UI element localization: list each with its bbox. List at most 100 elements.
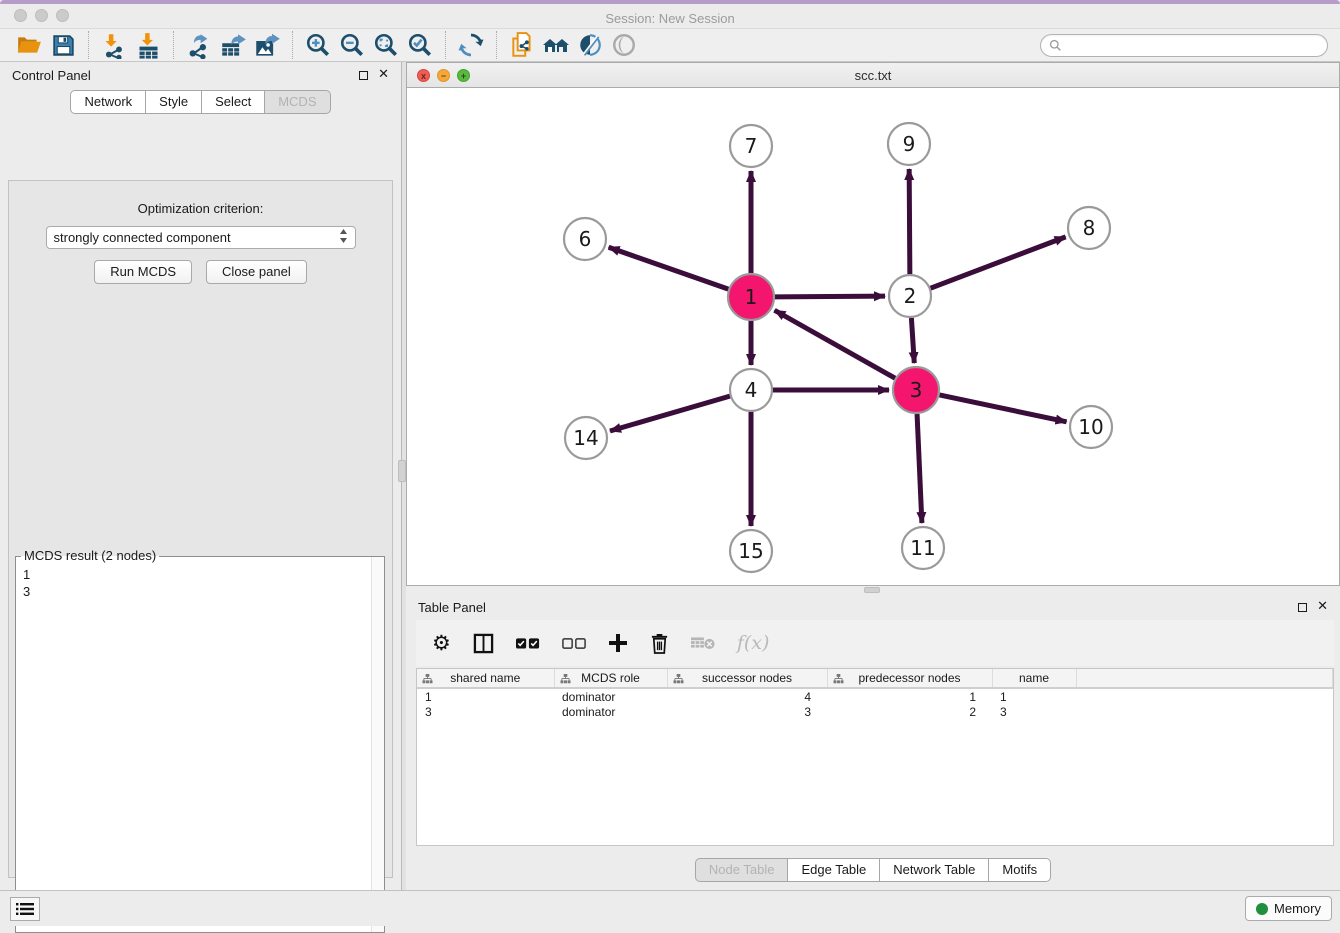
zoom-in-icon[interactable] — [301, 30, 335, 60]
delete-table-icon[interactable] — [691, 628, 715, 658]
graph-node-8[interactable]: 8 — [1068, 207, 1110, 249]
close-panel-icon[interactable]: ✕ — [378, 70, 389, 80]
delete-row-icon[interactable] — [650, 628, 669, 658]
search-field[interactable] — [1040, 34, 1328, 57]
table-cell[interactable]: dominator — [554, 704, 667, 720]
columns-icon[interactable] — [473, 628, 494, 658]
graph-node-14[interactable]: 14 — [565, 417, 607, 459]
graph-edge-1-6[interactable] — [609, 247, 729, 289]
network-canvas[interactable]: 7 9 6 8 1 2 4 3 14 10 15 11 — [406, 88, 1340, 586]
graph-node-3[interactable]: 3 — [893, 367, 939, 413]
style-toggle-icon[interactable] — [573, 30, 607, 60]
network-graph[interactable]: 7 9 6 8 1 2 4 3 14 10 15 11 — [407, 88, 1339, 584]
function-builder-icon[interactable]: f(x) — [737, 628, 770, 658]
main-toolbar — [0, 28, 1340, 62]
graph-node-9[interactable]: 9 — [888, 123, 930, 165]
graph-edge-3-10[interactable] — [939, 395, 1066, 422]
close-panel-button[interactable]: Close panel — [206, 260, 307, 284]
table-cell[interactable]: 3 — [992, 704, 1076, 720]
export-network-icon[interactable] — [182, 30, 216, 60]
tab-network-table[interactable]: Network Table — [880, 858, 989, 882]
search-input[interactable] — [1067, 38, 1319, 52]
zoom-selected-icon[interactable] — [403, 30, 437, 60]
horizontal-splitter[interactable] — [406, 586, 1340, 594]
open-session-icon[interactable] — [12, 30, 46, 60]
graph-node-11[interactable]: 11 — [902, 527, 944, 569]
svg-text:1: 1 — [745, 285, 758, 309]
graph-edge-3-11[interactable] — [917, 414, 922, 523]
splitter-handle[interactable] — [864, 587, 880, 593]
table-cell[interactable]: 1 — [992, 688, 1076, 704]
graph-node-1[interactable]: 1 — [728, 274, 774, 320]
table-cell[interactable]: 3 — [417, 704, 554, 720]
table-header-row: shared nameMCDS rolesuccessor nodesprede… — [417, 669, 1333, 688]
graph-edge-1-2[interactable] — [775, 296, 885, 297]
task-history-button[interactable] — [10, 897, 40, 921]
minimize-network-icon[interactable]: − — [437, 69, 450, 82]
zoom-fit-icon[interactable] — [369, 30, 403, 60]
float-panel-icon[interactable] — [359, 71, 368, 80]
maximize-network-icon[interactable]: + — [457, 69, 470, 82]
column-header[interactable]: name — [992, 669, 1076, 688]
tab-node-table[interactable]: Node Table — [695, 858, 789, 882]
export-table-icon[interactable] — [216, 30, 250, 60]
column-header[interactable]: shared name — [417, 669, 554, 688]
tab-style[interactable]: Style — [146, 90, 202, 114]
tab-edge-table[interactable]: Edge Table — [788, 858, 880, 882]
tab-select[interactable]: Select — [202, 90, 265, 114]
table-cell[interactable]: 2 — [827, 704, 992, 720]
tab-mcds[interactable]: MCDS — [265, 90, 330, 114]
refresh-layout-icon[interactable] — [454, 30, 488, 60]
table-cell[interactable]: dominator — [554, 688, 667, 704]
tab-motifs[interactable]: Motifs — [989, 858, 1051, 882]
network-overview-icon[interactable] — [539, 30, 573, 60]
save-session-icon[interactable] — [46, 30, 80, 60]
graph-node-15[interactable]: 15 — [730, 530, 772, 572]
table-cell[interactable]: 4 — [667, 688, 827, 704]
graph-node-2[interactable]: 2 — [889, 275, 931, 317]
graph-node-6[interactable]: 6 — [564, 218, 606, 260]
svg-text:7: 7 — [745, 134, 758, 158]
graph-node-7[interactable]: 7 — [730, 125, 772, 167]
deselect-all-icon[interactable] — [562, 628, 586, 658]
eye-icon[interactable] — [607, 30, 641, 60]
run-mcds-button[interactable]: Run MCDS — [94, 260, 192, 284]
table-row[interactable]: 1dominator411 — [417, 688, 1333, 704]
import-network-icon[interactable] — [97, 30, 131, 60]
network-titlebar[interactable]: scc.txt x − + — [406, 62, 1340, 88]
export-image-icon[interactable] — [250, 30, 284, 60]
zoom-out-icon[interactable] — [335, 30, 369, 60]
graph-edge-2-3[interactable] — [911, 318, 914, 363]
graph-edge-2-8[interactable] — [931, 237, 1066, 288]
close-network-icon[interactable]: x — [417, 69, 430, 82]
clone-network-icon[interactable] — [505, 30, 539, 60]
graph-edge-3-1[interactable] — [775, 310, 896, 378]
select-all-icon[interactable] — [516, 628, 540, 658]
control-panel: Control Panel ✕ Network Style Select MCD… — [0, 62, 401, 890]
result-scrollbar[interactable] — [371, 557, 384, 932]
mcds-result-list[interactable]: 1 3 — [16, 557, 384, 600]
svg-text:2: 2 — [904, 284, 917, 308]
import-table-icon[interactable] — [131, 30, 165, 60]
graph-edge-2-9[interactable] — [909, 169, 910, 274]
tab-network[interactable]: Network — [70, 90, 146, 114]
graph-node-10[interactable]: 10 — [1070, 406, 1112, 448]
float-table-panel-icon[interactable] — [1298, 603, 1307, 612]
table-cell[interactable]: 1 — [827, 688, 992, 704]
svg-text:11: 11 — [910, 536, 935, 560]
add-row-icon[interactable] — [608, 628, 628, 658]
column-header[interactable]: predecessor nodes — [827, 669, 992, 688]
table-cell[interactable]: 3 — [667, 704, 827, 720]
column-header[interactable]: successor nodes — [667, 669, 827, 688]
table-cell[interactable]: 1 — [417, 688, 554, 704]
criterion-select[interactable]: strongly connected component — [46, 226, 356, 249]
table-row[interactable]: 3dominator323 — [417, 704, 1333, 720]
graph-node-4[interactable]: 4 — [730, 369, 772, 411]
settings-icon[interactable]: ⚙ — [432, 628, 451, 658]
splitter-handle[interactable] — [398, 460, 406, 482]
close-table-panel-icon[interactable]: ✕ — [1317, 602, 1328, 612]
graph-edge-4-14[interactable] — [610, 396, 730, 431]
column-header[interactable]: MCDS role — [554, 669, 667, 688]
svg-text:6: 6 — [579, 227, 592, 251]
memory-button[interactable]: Memory — [1245, 896, 1332, 921]
